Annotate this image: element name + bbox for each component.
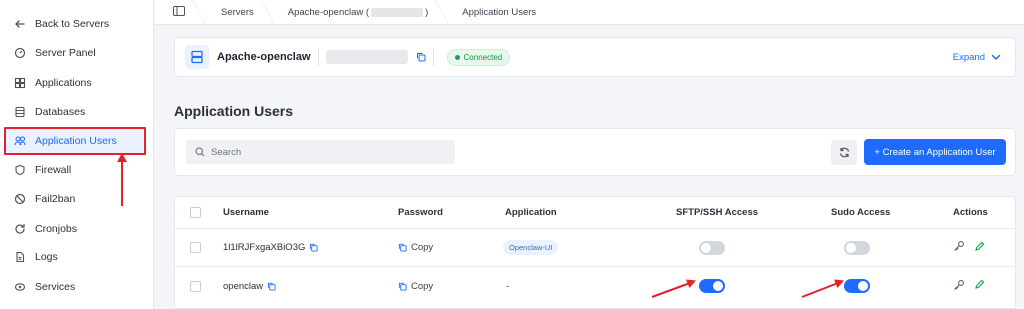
sidebar-item-label: Back to Servers	[35, 17, 110, 30]
chevron-down-icon	[991, 54, 1001, 60]
username-cell: 1l1lRJFxgaXBiO3G	[223, 229, 318, 266]
status-badge: Connected	[446, 48, 511, 66]
sidebar-item-label: Fail2ban	[35, 192, 76, 205]
file-icon	[14, 251, 26, 263]
sidebar-item-server-panel[interactable]: Server Panel	[6, 39, 146, 66]
redacted-ip	[325, 50, 408, 64]
users-table: Username Password Application SFTP/SSH A…	[174, 196, 1016, 309]
table-header-row: Username Password Application SFTP/SSH A…	[175, 197, 1015, 229]
application-tag[interactable]: Openclaw-UI	[503, 240, 559, 255]
row-actions	[953, 229, 985, 266]
server-icon	[185, 45, 209, 69]
arrow-left-icon	[14, 18, 26, 30]
sidebar-item-label: Databases	[35, 105, 86, 118]
sidebar-item-label: Applications	[35, 76, 92, 89]
edit-icon[interactable]	[974, 279, 985, 293]
username-cell: openclaw	[223, 267, 276, 305]
table-row: 1l1lRJFxgaXBiO3G Copy Openclaw-UI	[175, 229, 1015, 267]
column-header-sudo: Sudo Access	[831, 207, 891, 218]
column-header-password: Password	[398, 207, 443, 218]
row-checkbox[interactable]	[190, 267, 201, 305]
sidebar-item-label: Services	[35, 280, 76, 293]
sudo-toggle[interactable]	[844, 267, 870, 305]
apps-icon	[14, 77, 26, 89]
annotation-arrow-sudo-icon	[801, 279, 844, 298]
password-copy-button[interactable]: Copy	[398, 267, 433, 305]
server-name: Apache-openclaw	[217, 51, 311, 63]
copy-icon	[398, 282, 407, 291]
copy-icon[interactable]	[267, 282, 276, 291]
gauge-icon	[14, 47, 26, 59]
divider	[432, 48, 434, 66]
sidebar-item-label: Server Panel	[35, 46, 96, 59]
sftp-toggle[interactable]	[699, 229, 725, 266]
search-input[interactable]: Search	[186, 140, 455, 164]
server-card: Apache-openclaw Connected Expand	[174, 37, 1016, 77]
breadcrumb-home[interactable]	[155, 0, 199, 25]
sidebar-item-logs[interactable]: Logs	[6, 243, 146, 270]
column-header-username[interactable]: Username	[223, 197, 269, 228]
breadcrumb: Servers Apache-openclaw () Application U…	[155, 0, 1024, 25]
password-copy-button[interactable]: Copy	[398, 229, 433, 266]
users-icon	[14, 135, 26, 147]
create-application-user-button[interactable]: + Create an Application User	[864, 139, 1006, 165]
shield-icon	[14, 164, 26, 176]
annotation-arrow-up-icon	[117, 153, 127, 206]
column-header-sftp: SFTP/SSH Access	[676, 207, 759, 218]
sidebar-item-back-to-servers[interactable]: Back to Servers	[6, 10, 146, 37]
breadcrumb-server[interactable]: Apache-openclaw ()	[268, 0, 443, 25]
row-checkbox[interactable]	[190, 229, 201, 266]
database-icon	[14, 106, 26, 118]
divider	[317, 48, 319, 66]
sidebar-item-applications[interactable]: Applications	[6, 69, 146, 96]
refresh-icon	[839, 147, 849, 158]
sidebar-item-label: Cronjobs	[35, 222, 78, 235]
sidebar-toggle-icon[interactable]	[173, 5, 185, 19]
annotation-arrow-sftp-icon	[651, 279, 696, 298]
refresh-icon	[14, 223, 26, 235]
sudo-toggle[interactable]	[844, 229, 870, 266]
edit-icon[interactable]	[974, 241, 985, 255]
sidebar-item-label: Logs	[35, 250, 58, 263]
search-icon	[195, 147, 205, 157]
sidebar-item-services[interactable]: Services	[6, 273, 146, 300]
copy-icon	[398, 243, 407, 252]
sidebar-item-label: Firewall	[35, 163, 72, 176]
status-dot-icon	[454, 54, 460, 60]
ban-icon	[14, 193, 26, 205]
breadcrumb-servers[interactable]: Servers	[199, 0, 268, 25]
select-all-checkbox[interactable]	[190, 197, 201, 228]
sidebar-item-cronjobs[interactable]: Cronjobs	[6, 215, 146, 242]
search-placeholder: Search	[211, 146, 242, 158]
copy-icon[interactable]	[416, 52, 426, 62]
redacted-text	[371, 7, 424, 17]
sidebar: Back to Servers Server Panel Application…	[0, 0, 154, 309]
copy-icon[interactable]	[309, 243, 318, 252]
application-cell: Openclaw-UI	[503, 229, 559, 266]
key-icon[interactable]	[953, 240, 965, 255]
row-actions	[953, 267, 985, 305]
expand-button[interactable]: Expand	[953, 52, 1001, 63]
table-row: openclaw Copy -	[175, 267, 1015, 305]
refresh-button[interactable]	[831, 140, 857, 165]
key-icon[interactable]	[953, 279, 965, 294]
sftp-toggle[interactable]	[699, 267, 725, 305]
services-icon	[14, 281, 26, 293]
breadcrumb-current: Application Users	[462, 6, 537, 18]
sidebar-item-databases[interactable]: Databases	[6, 98, 146, 125]
application-cell: -	[506, 280, 510, 292]
page-title: Application Users	[174, 103, 294, 119]
sidebar-item-label: Application Users	[35, 135, 117, 147]
column-header-application: Application	[505, 207, 557, 218]
column-header-actions: Actions	[953, 207, 988, 218]
toolbar-panel: Search + Create an Application User	[174, 128, 1016, 176]
